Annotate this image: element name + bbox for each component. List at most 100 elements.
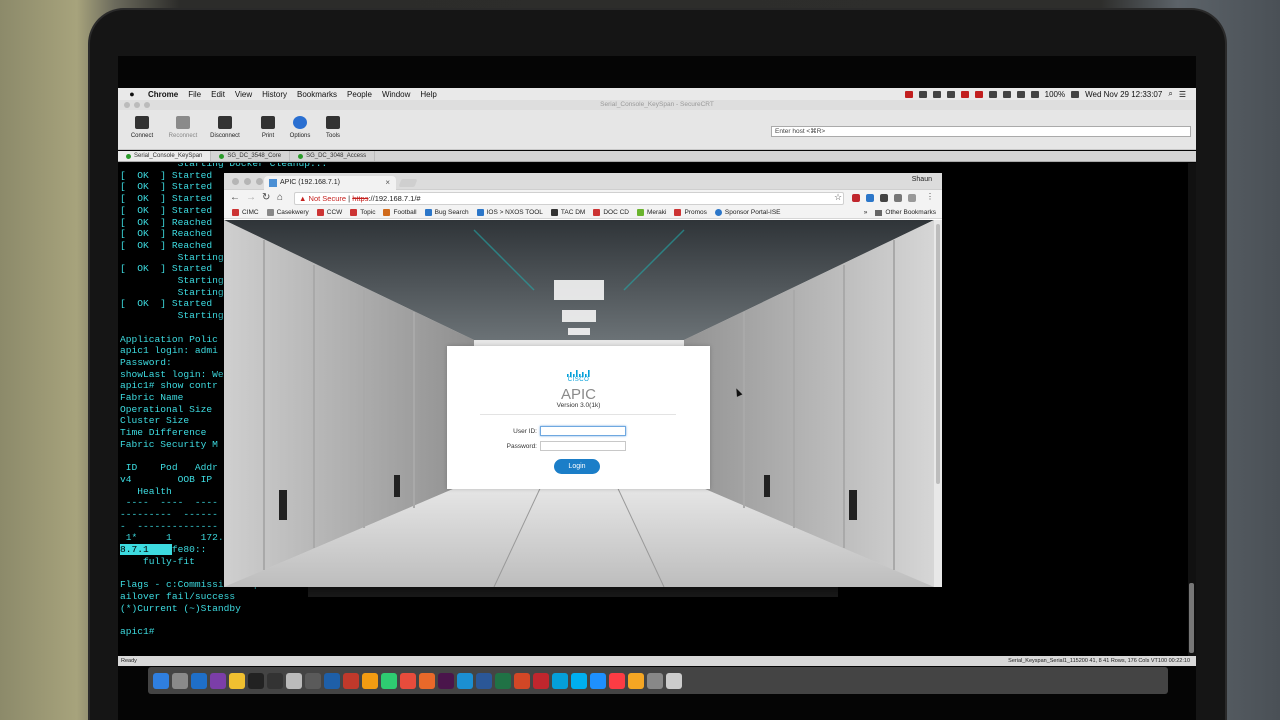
tab-access[interactable]: SG_DC_3048_Access — [290, 151, 376, 161]
bookmark-star-icon[interactable]: ☆ — [834, 192, 842, 203]
battery-icon[interactable] — [1071, 90, 1080, 98]
disconnect-button[interactable]: Disconnect — [208, 116, 242, 139]
menu-history[interactable]: History — [262, 90, 287, 99]
vmware-icon[interactable] — [305, 672, 321, 689]
preview-icon[interactable] — [286, 672, 302, 689]
onenote-icon[interactable] — [210, 672, 226, 689]
connect-button[interactable]: Connect — [125, 116, 159, 139]
menubar-clock[interactable]: Wed Nov 29 12:33:07 — [1085, 90, 1162, 99]
tab-core[interactable]: SG_DC_3548_Core — [211, 151, 291, 161]
bookmark-item[interactable]: Topic — [350, 209, 375, 216]
minimize-icon[interactable] — [134, 102, 140, 108]
bookmark-item[interactable]: IOS > NXOS TOOL — [476, 209, 543, 216]
reconnect-button[interactable]: Reconnect — [166, 116, 200, 139]
browser-tab[interactable]: APIC (192.168.7.1) × — [264, 176, 396, 190]
terminal-icon[interactable] — [248, 672, 264, 689]
status-app-icon[interactable] — [932, 90, 941, 98]
page-scrollbar[interactable] — [934, 220, 942, 587]
skype-icon[interactable] — [571, 672, 587, 689]
bookmark-item[interactable]: Football — [383, 209, 417, 216]
bookmark-item[interactable]: Meraki — [636, 209, 666, 216]
chrome-icon[interactable] — [400, 672, 416, 689]
notification-center-icon[interactable]: ☰ — [1179, 90, 1186, 99]
zoom-icon[interactable] — [144, 102, 150, 108]
sublime-icon[interactable] — [362, 672, 378, 689]
webex-icon[interactable] — [552, 672, 568, 689]
network-icon[interactable] — [324, 672, 340, 689]
tools-button[interactable]: Tools — [316, 116, 350, 139]
bookmark-item[interactable]: Sponsor Portal-ISE — [714, 209, 781, 216]
status-app-icon[interactable] — [960, 90, 969, 98]
chevron-right-icon[interactable]: » — [864, 209, 868, 216]
menu-bookmarks[interactable]: Bookmarks — [297, 90, 337, 99]
menu-edit[interactable]: Edit — [211, 90, 225, 99]
extension-icon[interactable] — [894, 194, 902, 202]
bookmark-item[interactable]: Promos — [674, 209, 707, 216]
excel-icon[interactable] — [495, 672, 511, 689]
password-input[interactable] — [540, 441, 626, 451]
reload-icon[interactable]: ↻ — [262, 192, 270, 203]
launchpad-icon[interactable] — [172, 672, 188, 689]
minimize-icon[interactable] — [244, 178, 251, 185]
user-id-input[interactable] — [540, 426, 626, 436]
extension-icon[interactable] — [880, 194, 888, 202]
status-app-icon[interactable] — [904, 90, 913, 98]
menu-chrome[interactable]: Chrome — [148, 90, 178, 99]
finder-icon[interactable] — [153, 672, 169, 689]
menu-file[interactable]: File — [188, 90, 201, 99]
zoom-icon[interactable] — [256, 178, 263, 185]
bookmark-item[interactable]: DOC CD — [593, 209, 629, 216]
bookmark-item[interactable]: CCW — [316, 209, 342, 216]
status-app-icon[interactable] — [946, 90, 955, 98]
outlook-icon[interactable] — [191, 672, 207, 689]
tab-serial-console[interactable]: Serial_Console_KeySpan — [118, 151, 212, 161]
close-icon[interactable] — [232, 178, 239, 185]
extension-icon[interactable] — [908, 194, 916, 202]
wifi-icon[interactable] — [1002, 90, 1011, 98]
powerpoint-icon[interactable] — [514, 672, 530, 689]
login-button[interactable]: Login — [554, 459, 600, 474]
menu-view[interactable]: View — [235, 90, 252, 99]
menu-people[interactable]: People — [347, 90, 372, 99]
scroll-thumb[interactable] — [936, 224, 940, 484]
enter-host-input[interactable]: Enter host <⌘R> — [771, 126, 1191, 137]
bookmark-item[interactable]: Casekwery — [266, 209, 309, 216]
menu-help[interactable]: Help — [420, 90, 436, 99]
close-icon[interactable] — [124, 102, 130, 108]
bookmark-item[interactable]: TAC DM — [550, 209, 585, 216]
print-button[interactable]: Print — [251, 116, 285, 139]
photos-icon[interactable] — [628, 672, 644, 689]
options-button[interactable]: Options — [283, 116, 317, 139]
terminal-scrollbar[interactable] — [1188, 163, 1196, 656]
bluetooth-icon[interactable] — [1016, 90, 1025, 98]
appstore-icon[interactable] — [590, 672, 606, 689]
menu-window[interactable]: Window — [382, 90, 410, 99]
notes-icon[interactable] — [229, 672, 245, 689]
volume-icon[interactable] — [1030, 90, 1039, 98]
trash-icon[interactable] — [666, 672, 682, 689]
apple-menu-icon[interactable]: ● — [126, 89, 138, 99]
pycharm-icon[interactable] — [381, 672, 397, 689]
scroll-thumb[interactable] — [1189, 583, 1194, 653]
display-icon[interactable] — [988, 90, 997, 98]
address-bar[interactable]: ▲ Not Secure | https://192.168.7.1/# — [294, 192, 844, 205]
music-icon[interactable] — [609, 672, 625, 689]
new-tab-button[interactable] — [398, 179, 418, 187]
home-icon[interactable]: ⌂ — [277, 192, 283, 203]
forward-icon[interactable]: → — [246, 192, 256, 203]
acrobat-icon[interactable] — [533, 672, 549, 689]
spotlight-icon[interactable]: ⌕ — [1168, 89, 1172, 99]
profile-name[interactable]: Shaun — [912, 176, 932, 183]
filezilla-icon[interactable] — [343, 672, 359, 689]
settings-icon[interactable] — [647, 672, 663, 689]
security-label[interactable]: Not Secure — [309, 194, 347, 203]
battery-percent[interactable]: 100% — [1045, 90, 1065, 99]
slack-icon[interactable] — [438, 672, 454, 689]
safari-icon[interactable] — [457, 672, 473, 689]
status-app-icon[interactable] — [918, 90, 927, 98]
bookmark-item[interactable]: CIMC — [232, 209, 259, 216]
other-bookmarks[interactable]: » Other Bookmarks — [864, 209, 936, 216]
shield-icon[interactable] — [974, 90, 983, 98]
chrome-menu-icon[interactable]: ⋮ — [926, 192, 934, 201]
extension-icon[interactable] — [866, 194, 874, 202]
